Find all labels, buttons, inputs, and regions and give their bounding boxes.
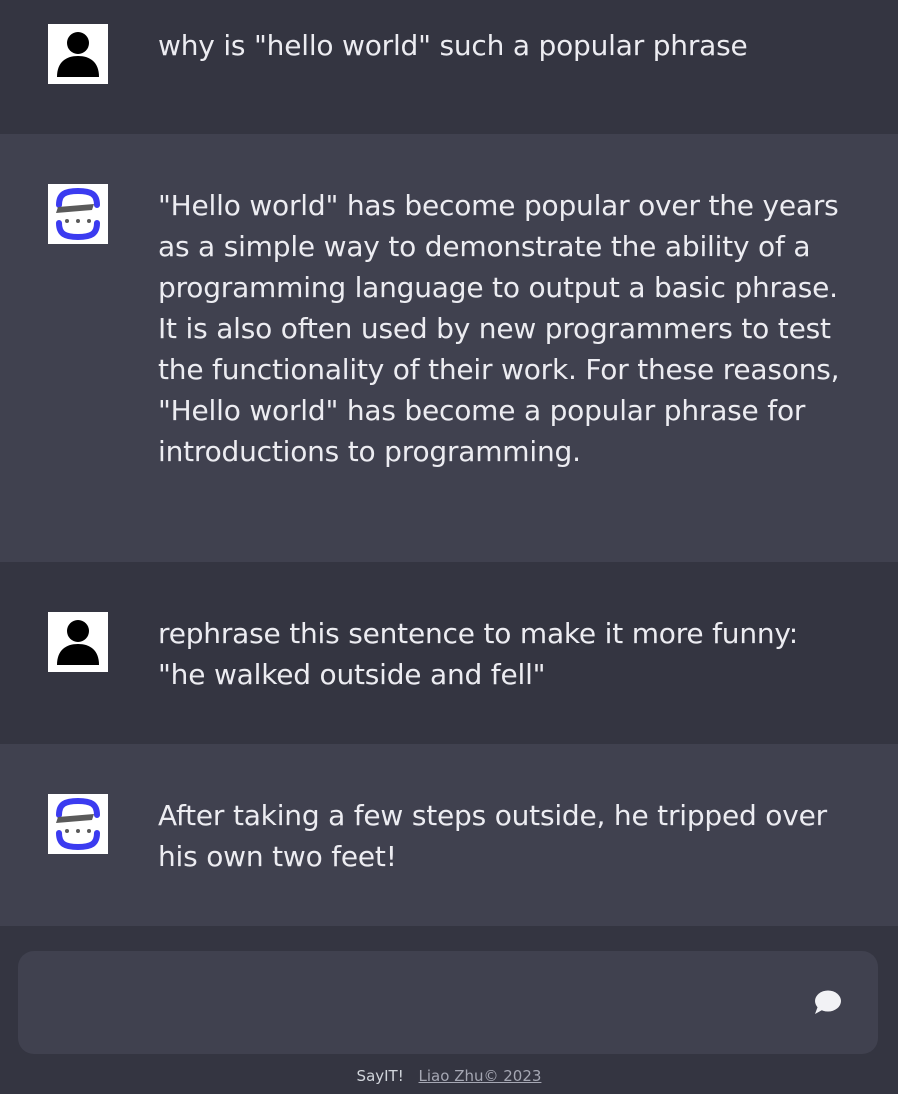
message-assistant: After taking a few steps outside, he tri… xyxy=(0,744,898,926)
person-icon xyxy=(57,620,99,665)
person-icon xyxy=(57,32,99,77)
message-text: "Hello world" has become popular over th… xyxy=(158,189,840,468)
chat-bubble-icon xyxy=(815,990,841,1014)
message-user: rephrase this sentence to make it more f… xyxy=(0,562,898,744)
message-composer xyxy=(18,951,878,1054)
message-text: rephrase this sentence to make it more f… xyxy=(158,617,798,691)
footer-app-name: SayIT! xyxy=(356,1067,404,1085)
assistant-avatar xyxy=(48,184,108,244)
footer: SayIT! Liao Zhu© 2023 xyxy=(0,1066,898,1086)
sayit-logo-icon xyxy=(56,187,100,241)
message-text: why is "hello world" such a popular phra… xyxy=(158,29,748,62)
assistant-avatar xyxy=(48,794,108,854)
message-user: why is "hello world" such a popular phra… xyxy=(0,0,898,134)
message-assistant: "Hello world" has become popular over th… xyxy=(0,134,898,562)
sayit-logo-icon xyxy=(56,797,100,851)
user-avatar xyxy=(48,612,108,672)
chat-thread: why is "hello world" such a popular phra… xyxy=(0,0,898,926)
message-text: After taking a few steps outside, he tri… xyxy=(158,799,827,873)
user-avatar xyxy=(48,24,108,84)
author-link[interactable]: Liao Zhu© 2023 xyxy=(419,1067,542,1085)
message-input[interactable] xyxy=(42,981,786,1027)
send-button[interactable] xyxy=(806,982,848,1024)
